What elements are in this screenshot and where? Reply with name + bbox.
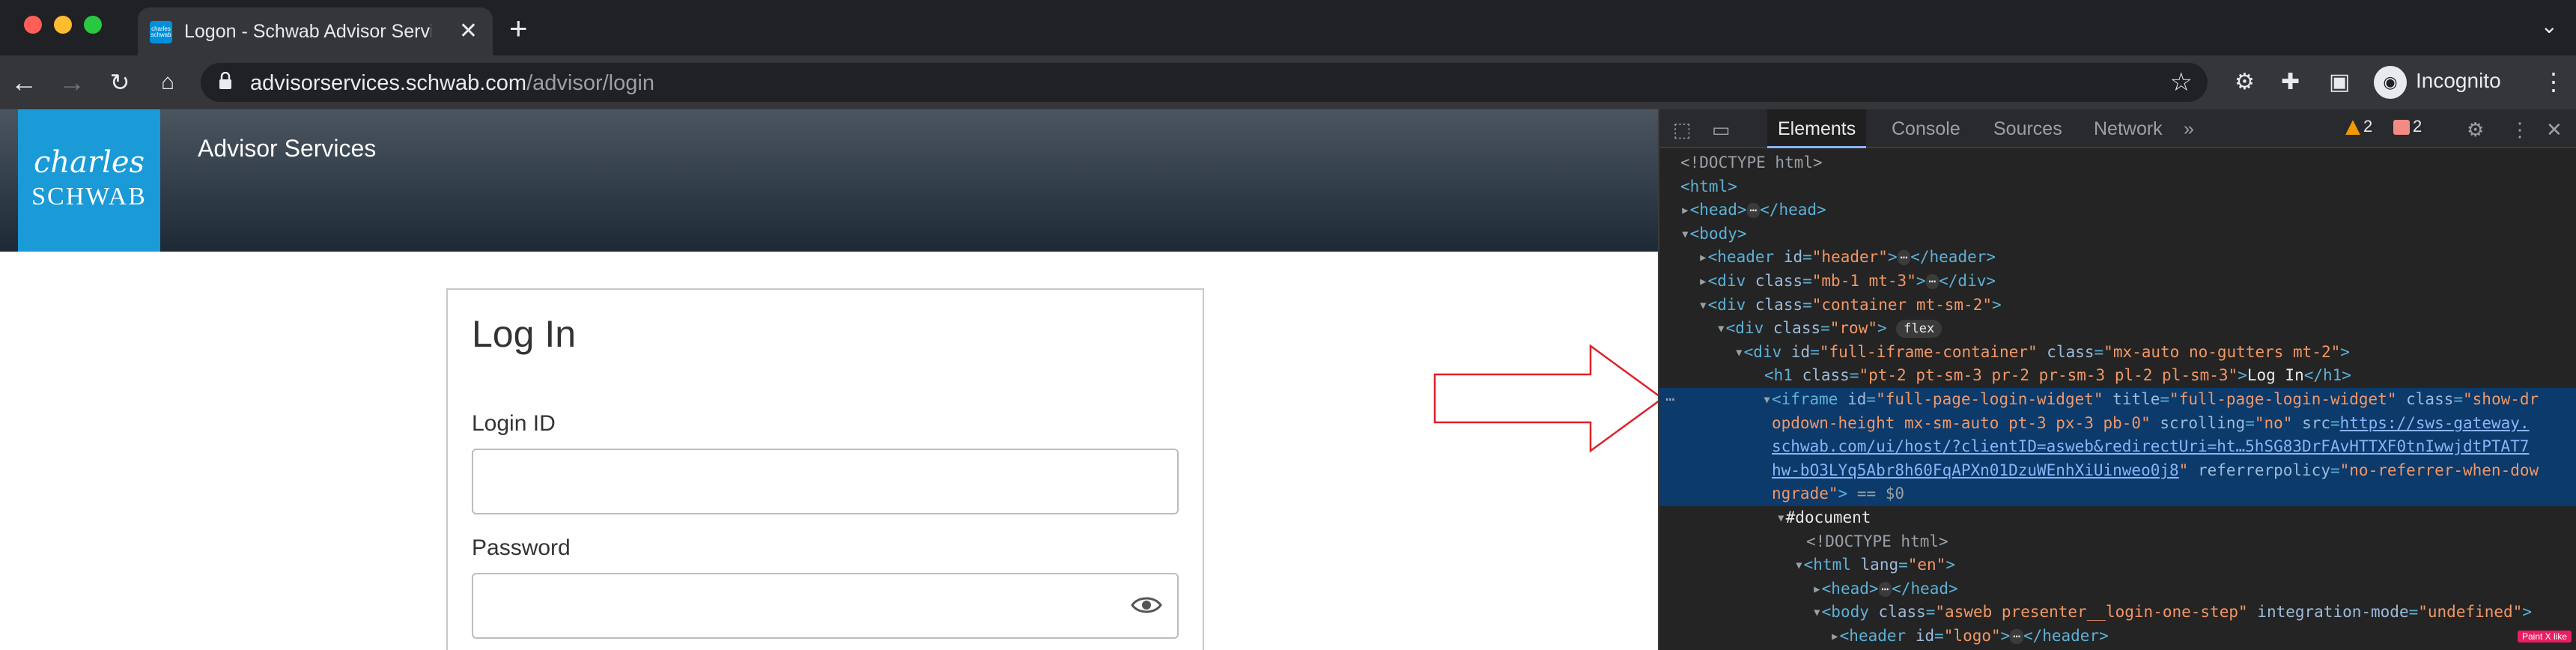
schwab-logo[interactable]: charles SCHWAB [18, 109, 160, 252]
login-heading: Log In [472, 313, 577, 355]
devtools-close-icon[interactable]: ✕ [2546, 118, 2563, 142]
dom-line-selected[interactable]: hw-bO3LYq5Abr8h60FqAPXn01DzuWEnhXiUinweo… [1659, 458, 2576, 483]
browser-tab[interactable]: charles schwab Logon - Schwab Advisor Se… [138, 7, 493, 55]
login-id-label: Login ID [472, 411, 556, 436]
warning-icon [2345, 120, 2360, 136]
dom-line[interactable]: ▾<body> [1659, 222, 2576, 246]
dom-line[interactable]: ▾<body class="asweb presenter__login-one… [1659, 601, 2576, 625]
page-viewport: charles SCHWAB Advisor Services Log In L… [0, 109, 1658, 650]
extensions-puzzle-icon[interactable]: ✚ [2281, 69, 2300, 95]
forward-arrow-icon[interactable]: → [55, 66, 88, 99]
elements-tree: <!DOCTYPE html> <html> ▸<head> ⋯ </head> ▾… [1659, 151, 2576, 648]
dom-line[interactable]: ▾<div class="container mt-sm-2"> [1659, 294, 2576, 318]
address-bar[interactable]: advisorservices.schwab.com/advisor/login… [201, 63, 2208, 102]
dom-line-selected[interactable]: opdown-height mx-sm-auto pt-3 px-3 pb-0"… [1659, 411, 2576, 436]
dom-line-selected[interactable]: schwab.com/ui/host/?clientID=asweb&redir… [1659, 435, 2576, 459]
bookmark-star-icon[interactable]: ☆ [2170, 67, 2193, 97]
tab-console[interactable]: Console [1892, 118, 1960, 140]
dom-line[interactable]: <html> [1659, 175, 2576, 199]
dom-line[interactable]: ▸<head> ⋯ </head> [1659, 577, 2576, 601]
browser-menu-icon[interactable]: ⋮ [2542, 67, 2566, 96]
home-icon[interactable]: ⌂ [151, 66, 184, 99]
dom-line[interactable]: ▸<head> ⋯ </head> [1659, 198, 2576, 222]
tab-title: Logon - Schwab Advisor Services [184, 21, 431, 42]
dom-line[interactable]: ▾<div class="row"> flex [1659, 317, 2576, 341]
new-tab-plus-icon[interactable]: + [509, 10, 528, 46]
browser-tab-bar: charles schwab Logon - Schwab Advisor Se… [0, 0, 2576, 55]
dom-line[interactable]: ▸<header id="logo"> ⋯ </header> [1659, 625, 2576, 649]
reload-icon[interactable]: ↻ [103, 66, 136, 99]
incognito-label[interactable]: Incognito [2416, 69, 2501, 93]
error-icon [2393, 120, 2410, 136]
dom-line[interactable]: ▾#document [1659, 506, 2576, 530]
tab-sources[interactable]: Sources [1993, 118, 2062, 140]
paint-extension-badge[interactable]: Paint X like [2517, 631, 2572, 643]
minimize-window-button[interactable] [54, 16, 72, 34]
annotation-arrow-large-icon [1433, 344, 1665, 453]
logo-line-charles: charles [33, 145, 145, 180]
iframe-src-link[interactable]: schwab.com/ui/host/?clientID=asweb&redir… [1772, 437, 2529, 455]
devtools-tab-bar: ⬚ ▭ Elements Console Sources Network » 2… [1659, 109, 2576, 148]
zoom-window-button[interactable] [84, 16, 102, 34]
site-title: Advisor Services [198, 135, 377, 162]
more-tabs-icon[interactable]: » [2184, 118, 2194, 140]
dom-line[interactable]: ▸<div class="mb-1 mt-3"> ⋯ </div> [1659, 270, 2576, 294]
warnings-badge[interactable]: 2 [2345, 117, 2372, 136]
lock-icon [219, 72, 231, 89]
devtools-menu-icon[interactable]: ⋮ [2510, 118, 2530, 142]
site-header: charles SCHWAB Advisor Services [0, 109, 1658, 252]
dom-line[interactable]: <!DOCTYPE html> [1659, 530, 2576, 554]
side-panel-icon[interactable]: ▣ [2329, 69, 2350, 95]
devtools-settings-gear-icon[interactable]: ⚙ [2467, 118, 2484, 142]
extension-gear-icon[interactable]: ⚙ [2235, 69, 2255, 95]
close-window-button[interactable] [24, 16, 42, 34]
inspect-element-icon[interactable]: ⬚ [1673, 118, 1692, 142]
errors-badge[interactable]: 2 [2393, 117, 2422, 136]
password-label: Password [472, 535, 571, 560]
flex-badge[interactable]: flex [1896, 320, 1942, 338]
tab-network[interactable]: Network [2094, 118, 2163, 140]
back-arrow-icon[interactable]: ← [7, 66, 40, 99]
devtools-panel: ⬚ ▭ Elements Console Sources Network » 2… [1658, 109, 2576, 650]
dom-line[interactable]: ▾<html lang="en"> [1659, 553, 2576, 577]
dom-line-selected[interactable]: ⋯ ▾<iframe id="full-page-login-widget" t… [1659, 387, 2576, 412]
url-text: advisorservices.schwab.com/advisor/login [250, 71, 654, 95]
logo-line-schwab: SCHWAB [31, 183, 147, 210]
incognito-profile-icon[interactable]: ◉ [2374, 66, 2407, 99]
dom-line-selected[interactable]: ngrade"> == $0 [1659, 482, 2576, 506]
device-toolbar-icon[interactable]: ▭ [1712, 118, 1731, 142]
tab-elements[interactable]: Elements [1767, 109, 1867, 148]
login-card: Log In Login ID Password [446, 288, 1204, 650]
dom-line[interactable]: <h1 class="pt-2 pt-sm-3 pr-2 pr-sm-3 pl-… [1659, 364, 2576, 388]
show-password-eye-icon[interactable] [1131, 594, 1162, 616]
login-id-input[interactable] [472, 449, 1179, 514]
dom-line[interactable]: <!DOCTYPE html> [1659, 151, 2576, 175]
tab-search-chevron-icon[interactable]: ⌄ [2541, 13, 2558, 38]
dom-line[interactable]: ▾<div id="full-iframe-container" class="… [1659, 341, 2576, 365]
schwab-favicon-icon: charles schwab [150, 21, 172, 43]
browser-toolbar: ← → ↻ ⌂ advisorservices.schwab.com/advis… [0, 55, 2576, 109]
dom-line[interactable]: ▸<header id="header"> ⋯ </header> [1659, 246, 2576, 270]
password-input[interactable] [472, 573, 1179, 639]
tab-close-icon[interactable]: ✕ [459, 18, 478, 44]
